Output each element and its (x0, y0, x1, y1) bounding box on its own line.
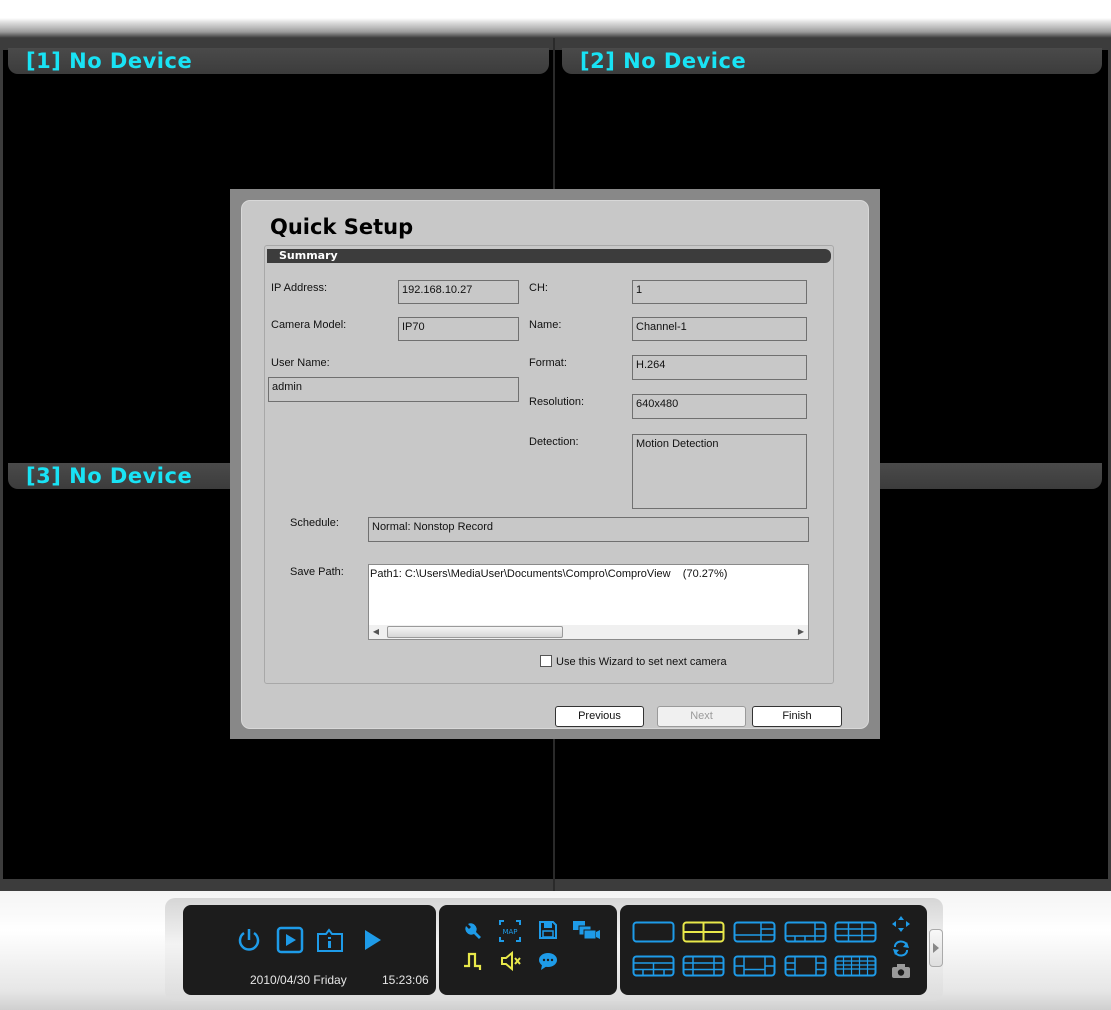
schedule-field[interactable]: Normal: Nonstop Record (368, 517, 809, 542)
ip-address-field[interactable]: 192.168.10.27 (398, 280, 519, 304)
format-field[interactable]: H.264 (632, 355, 807, 380)
ptz-icon[interactable] (891, 915, 911, 933)
dialog-body: Quick Setup Summary IP Address: 192.168.… (241, 200, 869, 729)
date-display: 2010/04/30 Friday (250, 973, 347, 987)
resolution-label: Resolution: (529, 396, 585, 408)
ch-label: CH: (529, 282, 548, 294)
camera-group-icon[interactable] (571, 918, 601, 942)
layout-4-icon[interactable] (682, 921, 726, 943)
play-arrow-icon[interactable] (362, 928, 384, 952)
map-icon[interactable]: MAP (498, 919, 522, 943)
time-display: 15:23:06 (382, 973, 429, 987)
layout-10-icon[interactable] (632, 955, 676, 977)
channel-2-header[interactable]: [2] No Device (562, 48, 1102, 74)
save-path-label: Save Path: (290, 566, 344, 578)
channel-1-header[interactable]: [1] No Device (8, 48, 549, 74)
save-path-horizontal-scrollbar[interactable]: ◀ ▶ (369, 625, 808, 639)
schedule-label: Schedule: (290, 517, 339, 529)
map-icon-text: MAP (502, 928, 517, 936)
wizard-next-camera-checkbox[interactable] (540, 655, 552, 667)
pulse-icon[interactable] (462, 950, 484, 972)
channel-3-label: [3] No Device (26, 464, 193, 488)
layout-25-icon[interactable] (834, 955, 878, 977)
grid-left-border (0, 38, 3, 891)
wizard-next-camera-label: Use this Wizard to set next camera (556, 656, 727, 668)
name-label: Name: (529, 319, 562, 331)
layout-9-icon[interactable] (834, 921, 878, 943)
finish-button[interactable]: Finish (752, 706, 842, 727)
name-field[interactable]: Channel-1 (632, 317, 807, 341)
previous-button[interactable]: Previous (555, 706, 644, 727)
power-icon[interactable] (236, 926, 262, 954)
playback-icon[interactable] (276, 926, 304, 954)
snapshot-icon[interactable] (891, 963, 911, 979)
chevron-right-icon (933, 943, 939, 953)
camera-model-field[interactable]: IP70 (398, 317, 519, 341)
scroll-left-arrow-icon[interactable]: ◀ (369, 625, 383, 639)
control-group-right (620, 905, 927, 995)
save-path-list[interactable]: Path1: C:\Users\MediaUser\Documents\Comp… (368, 564, 809, 640)
detection-field[interactable]: Motion Detection (632, 434, 807, 509)
summary-header: Summary (267, 249, 831, 263)
channel-1-label: [1] No Device (26, 49, 193, 73)
layout-8-icon[interactable] (784, 921, 828, 943)
scroll-thumb[interactable] (387, 626, 563, 638)
format-label: Format: (529, 357, 567, 369)
save-icon[interactable] (537, 919, 559, 941)
layout-16a-icon[interactable] (733, 955, 777, 977)
speaker-muted-icon[interactable] (499, 950, 523, 972)
window-top-bar (0, 0, 1111, 38)
ch-field[interactable]: 1 (632, 280, 807, 304)
quick-setup-dialog: Quick Setup Summary IP Address: 192.168.… (230, 189, 880, 739)
summary-header-label: Summary (279, 249, 338, 262)
sequence-icon[interactable] (891, 939, 911, 957)
user-name-field[interactable]: admin (268, 377, 519, 402)
expand-panel-tab[interactable] (929, 929, 943, 967)
layout-1-icon[interactable] (632, 921, 676, 943)
info-icon[interactable] (316, 926, 344, 954)
camera-model-label: Camera Model: (271, 319, 347, 331)
channel-2-label: [2] No Device (580, 49, 747, 73)
dialog-title: Quick Setup (270, 215, 414, 239)
save-path-item[interactable]: Path1: C:\Users\MediaUser\Documents\Comp… (370, 568, 727, 580)
detection-label: Detection: (529, 436, 579, 448)
user-name-label: User Name: (271, 357, 330, 369)
wrench-icon[interactable] (462, 920, 484, 942)
next-button[interactable]: Next (657, 706, 746, 727)
grid-bottom-border (0, 879, 1111, 891)
scroll-right-arrow-icon[interactable]: ▶ (794, 625, 808, 639)
layout-6-icon[interactable] (733, 921, 777, 943)
resolution-field[interactable]: 640x480 (632, 394, 807, 419)
layout-13-icon[interactable] (682, 955, 726, 977)
ip-address-label: IP Address: (271, 282, 328, 294)
layout-16b-icon[interactable] (784, 955, 828, 977)
chat-icon[interactable] (537, 951, 559, 971)
